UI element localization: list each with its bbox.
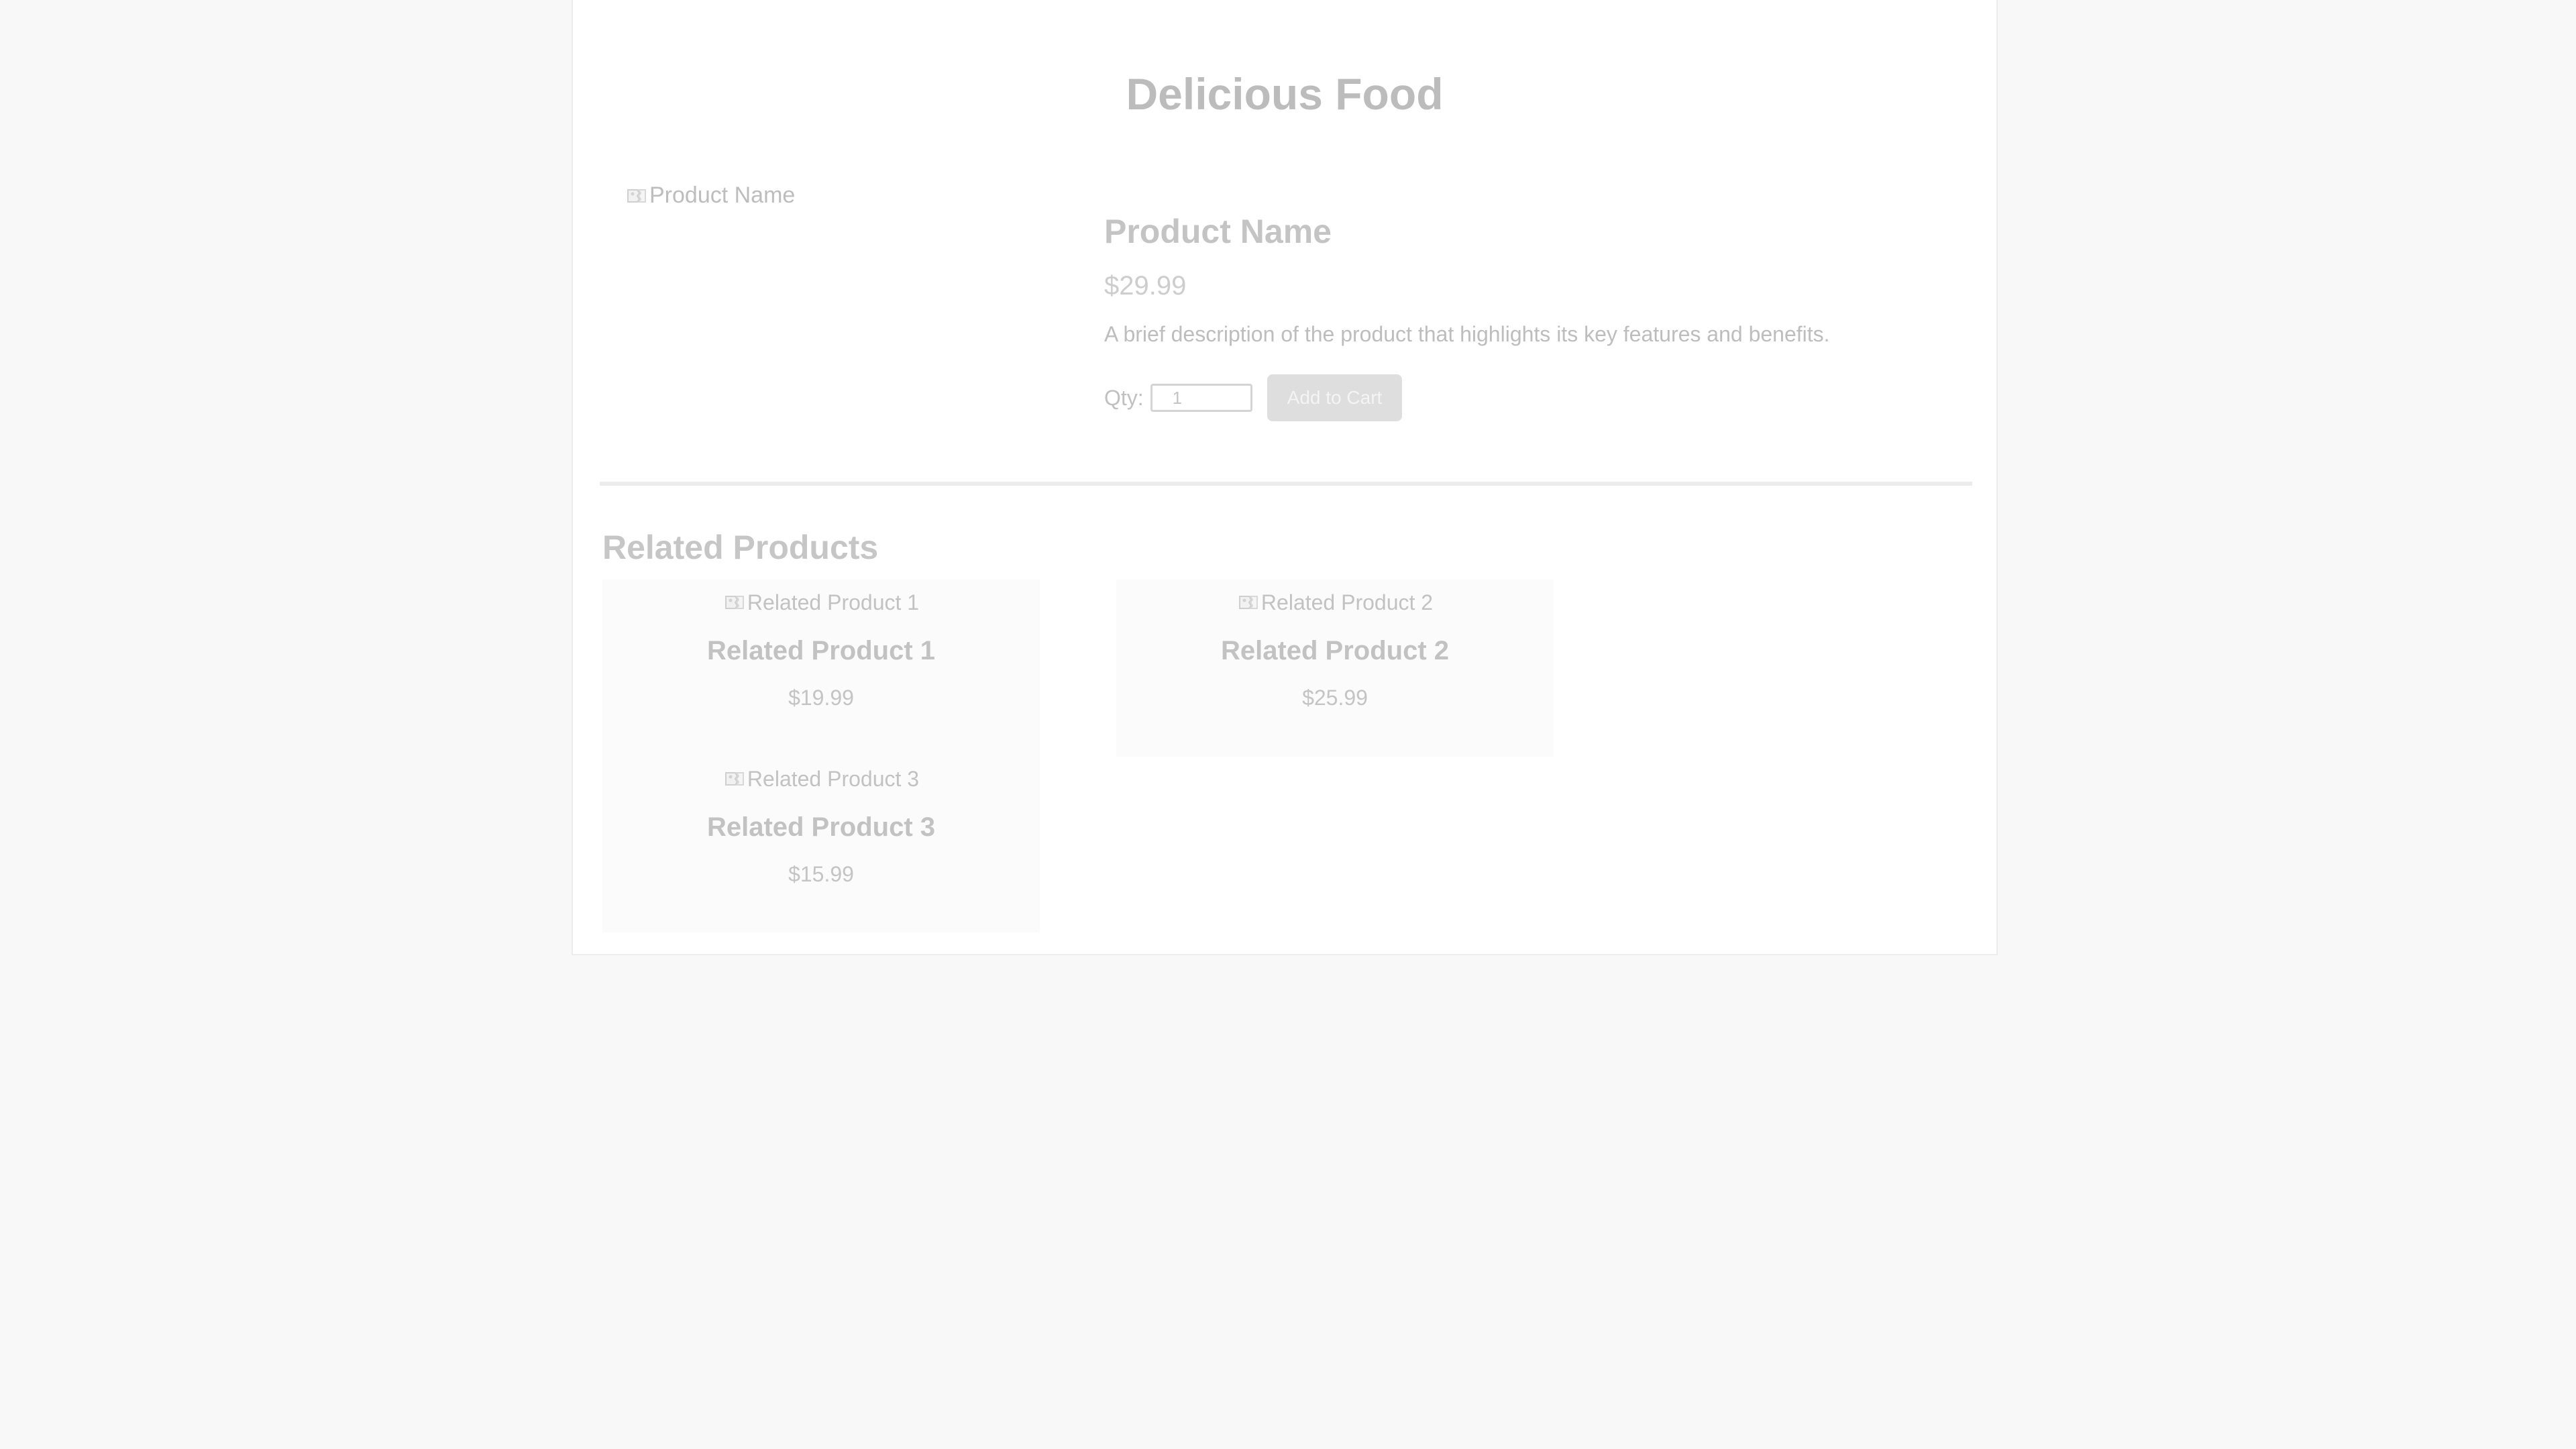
related-product-price: $19.99	[788, 686, 854, 710]
related-product-image-alt: Related Product 2	[1260, 590, 1434, 614]
related-product-price: $15.99	[788, 862, 854, 886]
site-title: Delicious Food	[1126, 69, 1444, 119]
related-product-name: Related Product 1	[706, 636, 936, 665]
product-description: A brief description of the product that …	[1104, 322, 1830, 346]
related-product-card-3[interactable]: Related Product 3 Related Product 3 $15.…	[602, 756, 1040, 932]
broken-image-icon	[723, 591, 746, 614]
related-product-price: $25.99	[1302, 686, 1368, 710]
related-product-image: Related Product 3	[723, 765, 919, 792]
product-price: $29.99	[1104, 271, 1187, 301]
related-product-card: Related Product 1 Related Product 1 $19.…	[602, 580, 1040, 932]
product-name: Product Name	[1104, 213, 1332, 250]
related-product-card-2[interactable]: Related Product 2 Related Product 2 $25.…	[1116, 580, 1554, 757]
page-container: Delicious Food Product Name Product Name…	[572, 0, 1998, 955]
product-details: Product Name $29.99 A brief description …	[1104, 208, 1830, 421]
related-product-name: Related Product 2	[1220, 636, 1450, 665]
related-product-image-alt: Related Product 3	[747, 766, 920, 791]
related-product-name: Related Product 3	[706, 812, 936, 842]
related-product-image: Related Product 2	[1237, 589, 1433, 616]
related-product-image: Related Product 1	[723, 589, 919, 616]
qty-input[interactable]	[1150, 384, 1252, 412]
product-image-alt: Product Name	[649, 182, 796, 208]
broken-image-icon	[723, 767, 746, 790]
related-products-grid: Related Product 1 Related Product 1 $19.…	[602, 580, 1554, 932]
related-products-title: Related Products	[602, 529, 879, 566]
product-image: Product Name	[625, 182, 795, 209]
broken-image-icon	[1237, 591, 1260, 614]
qty-label: Qty:	[1104, 385, 1144, 410]
add-to-cart-form: Qty: Add to Cart	[1104, 374, 1830, 421]
broken-image-icon	[625, 184, 648, 207]
section-divider	[600, 482, 1972, 486]
add-to-cart-button[interactable]: Add to Cart	[1267, 374, 1403, 421]
related-product-image-alt: Related Product 1	[747, 590, 920, 614]
related-product-card-1[interactable]: Related Product 1 Related Product 1 $19.…	[602, 580, 1040, 756]
